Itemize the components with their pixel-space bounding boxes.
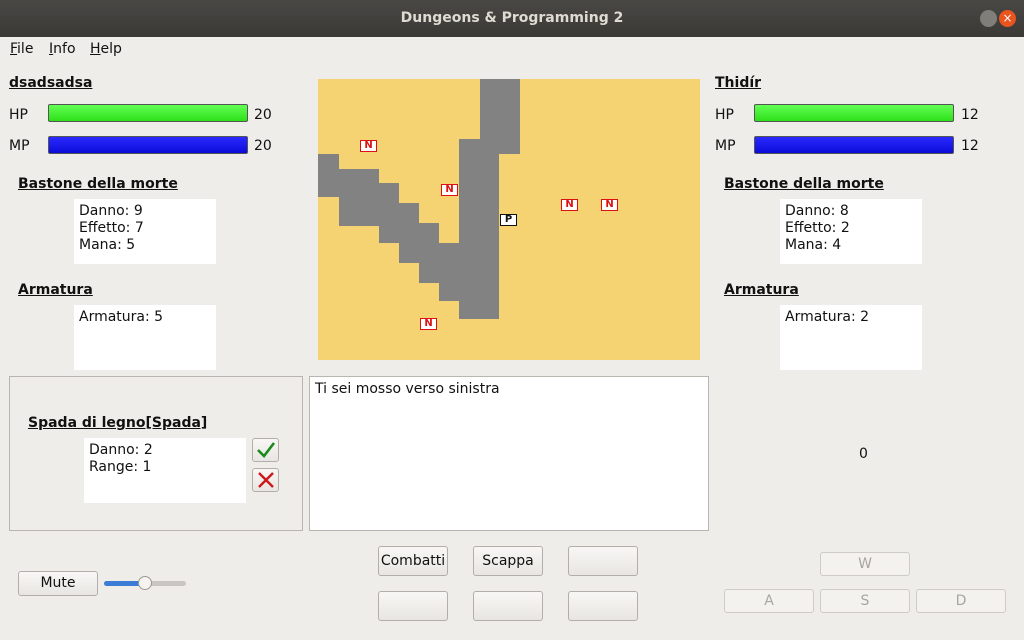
- map-wall: [339, 169, 359, 199]
- enemy-hp-label: HP: [715, 107, 734, 123]
- stat-line: Mana: 5: [79, 237, 136, 253]
- player-hp-value: 20: [254, 107, 272, 123]
- move-left-button[interactable]: A: [724, 589, 814, 613]
- stat-line: Effetto: 2: [785, 220, 850, 236]
- fight-button[interactable]: Combatti: [378, 546, 448, 576]
- stat-line: Mana: 4: [785, 237, 842, 253]
- enemy-mp-bar: [754, 136, 954, 154]
- title-bar: Dungeons & Programming 2 ×: [0, 0, 1024, 37]
- menu-bar: File Info Help: [0, 37, 1024, 61]
- log-text: Ti sei mosso verso sinistra: [315, 381, 500, 397]
- close-icon: ×: [1002, 11, 1013, 25]
- action-slot-button[interactable]: [473, 591, 543, 621]
- menu-help[interactable]: Help: [90, 41, 122, 57]
- accept-item-button[interactable]: [252, 438, 279, 462]
- enemy-name: Thidír: [715, 75, 762, 91]
- player-hp-bar: [48, 104, 248, 122]
- player-armor-stats: Armatura: 5: [74, 305, 216, 370]
- close-button[interactable]: ×: [999, 10, 1016, 27]
- volume-slider[interactable]: [104, 576, 186, 590]
- dungeon-map[interactable]: N N P N N N: [318, 79, 700, 360]
- item-title: Spada di legno[Spada]: [28, 415, 208, 431]
- volume-slider-handle[interactable]: [138, 576, 152, 590]
- move-up-button[interactable]: W: [820, 552, 910, 576]
- window-title: Dungeons & Programming 2: [400, 10, 624, 26]
- enemy-hp-value: 12: [961, 107, 979, 123]
- enemy-weapon-stats: Danno: 8 Effetto: 2 Mana: 4: [780, 199, 922, 264]
- stat-line: Danno: 2: [89, 442, 153, 458]
- stat-line: Range: 1: [89, 459, 152, 475]
- check-icon: [256, 442, 275, 458]
- player-mp-value: 20: [254, 138, 272, 154]
- stat-line: Effetto: 7: [79, 220, 144, 236]
- menu-file[interactable]: File: [10, 41, 33, 57]
- action-slot-button[interactable]: [568, 546, 638, 576]
- reject-item-button[interactable]: [252, 468, 279, 492]
- enemy-weapon-title: Bastone della morte: [724, 176, 884, 192]
- counter-value: 0: [859, 446, 868, 462]
- item-stats: Danno: 2 Range: 1: [84, 438, 246, 503]
- map-wall: [318, 154, 339, 197]
- stat-line: Danno: 9: [79, 203, 143, 219]
- enemy-token[interactable]: N: [561, 199, 578, 211]
- enemy-token[interactable]: N: [441, 184, 458, 196]
- flee-button[interactable]: Scappa: [473, 546, 543, 576]
- enemy-token[interactable]: N: [420, 318, 437, 330]
- enemy-token[interactable]: N: [601, 199, 618, 211]
- enemy-mp-label: MP: [715, 138, 736, 154]
- player-mp-label: MP: [9, 138, 30, 154]
- enemy-token[interactable]: N: [360, 140, 377, 152]
- player-armor-title: Armatura: [18, 282, 93, 298]
- enemy-armor-stats: Armatura: 2: [780, 305, 922, 370]
- player-weapon-stats: Danno: 9 Effetto: 7 Mana: 5: [74, 199, 216, 264]
- minimize-button[interactable]: [980, 10, 997, 27]
- player-hp-label: HP: [9, 107, 28, 123]
- menu-info[interactable]: Info: [49, 41, 76, 57]
- player-name: dsadsadsa: [9, 75, 93, 91]
- player-mp-bar: [48, 136, 248, 154]
- message-log: Ti sei mosso verso sinistra: [309, 376, 709, 531]
- enemy-hp-bar: [754, 104, 954, 122]
- action-slot-button[interactable]: [568, 591, 638, 621]
- player-weapon-title: Bastone della morte: [18, 176, 178, 192]
- stat-line: Danno: 8: [785, 203, 849, 219]
- move-down-button[interactable]: S: [820, 589, 910, 613]
- mute-button[interactable]: Mute: [18, 571, 98, 596]
- enemy-mp-value: 12: [961, 138, 979, 154]
- action-slot-button[interactable]: [378, 591, 448, 621]
- enemy-armor-title: Armatura: [724, 282, 799, 298]
- stat-line: Armatura: 2: [785, 309, 870, 325]
- stat-line: Armatura: 5: [79, 309, 164, 325]
- move-right-button[interactable]: D: [916, 589, 1006, 613]
- x-icon: [257, 472, 274, 488]
- player-token[interactable]: P: [500, 214, 517, 226]
